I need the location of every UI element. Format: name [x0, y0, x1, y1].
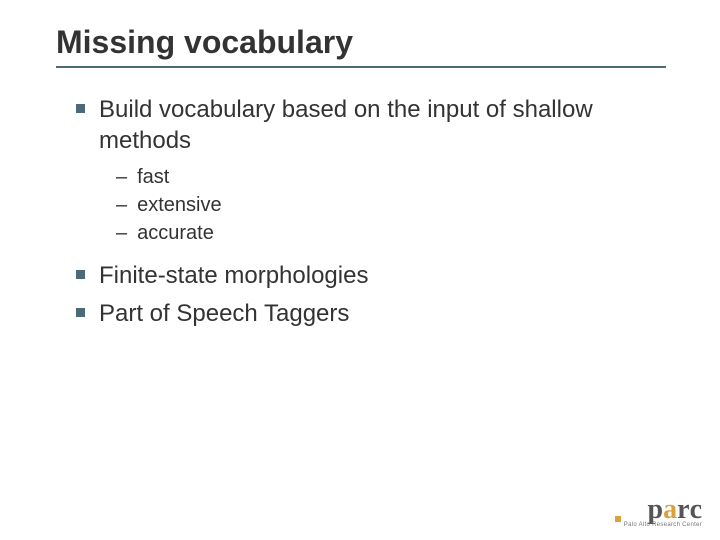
square-bullet-icon: [76, 308, 85, 317]
bullet-text: Build vocabulary based on the input of s…: [99, 94, 666, 156]
bullet-text: Finite-state morphologies: [99, 260, 368, 291]
dash-icon: –: [116, 192, 127, 218]
logo-mark: p a r c: [648, 496, 702, 524]
parc-logo: p a r c Palo Alto Research Center: [615, 496, 702, 528]
slide: Missing vocabulary Build vocabulary base…: [0, 0, 720, 540]
bullet-item: Part of Speech Taggers: [76, 298, 666, 329]
content-area: Build vocabulary based on the input of s…: [76, 94, 666, 335]
dash-icon: –: [116, 164, 127, 190]
square-bullet-icon: [76, 104, 85, 113]
logo-column: p a r c Palo Alto Research Center: [624, 496, 702, 528]
sub-item: – fast: [116, 164, 666, 190]
bullet-item: Finite-state morphologies: [76, 260, 666, 291]
sub-text: extensive: [137, 192, 222, 218]
logo-letter: p: [648, 496, 664, 524]
sub-text: accurate: [137, 220, 214, 246]
logo-letter: a: [663, 496, 677, 524]
sub-text: fast: [137, 164, 169, 190]
logo-square-icon: [615, 516, 621, 522]
slide-title: Missing vocabulary: [56, 24, 353, 61]
logo-letter: c: [690, 496, 702, 524]
bullet-text: Part of Speech Taggers: [99, 298, 349, 329]
sub-item: – accurate: [116, 220, 666, 246]
square-bullet-icon: [76, 270, 85, 279]
logo-letter: r: [677, 496, 689, 524]
bullet-item: Build vocabulary based on the input of s…: [76, 94, 666, 156]
logo-subtitle: Palo Alto Research Center: [624, 522, 702, 528]
dash-icon: –: [116, 220, 127, 246]
sub-item: – extensive: [116, 192, 666, 218]
sub-list: – fast – extensive – accurate: [116, 164, 666, 246]
title-underline: [56, 66, 666, 68]
